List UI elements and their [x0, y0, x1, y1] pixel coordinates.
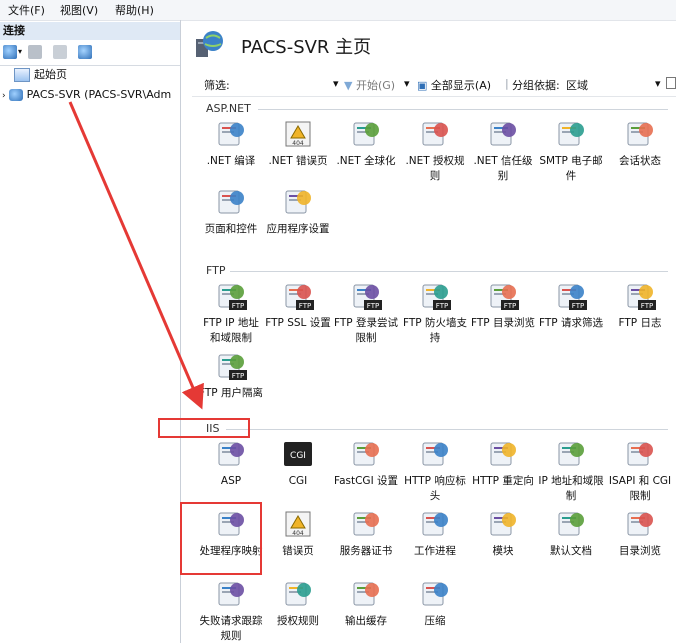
- annotation-layer: [68, 101, 204, 410]
- annotation-box-iis: [158, 418, 250, 438]
- annotation-arrow: [68, 101, 204, 410]
- annotation-box-handler-mappings: [180, 502, 262, 575]
